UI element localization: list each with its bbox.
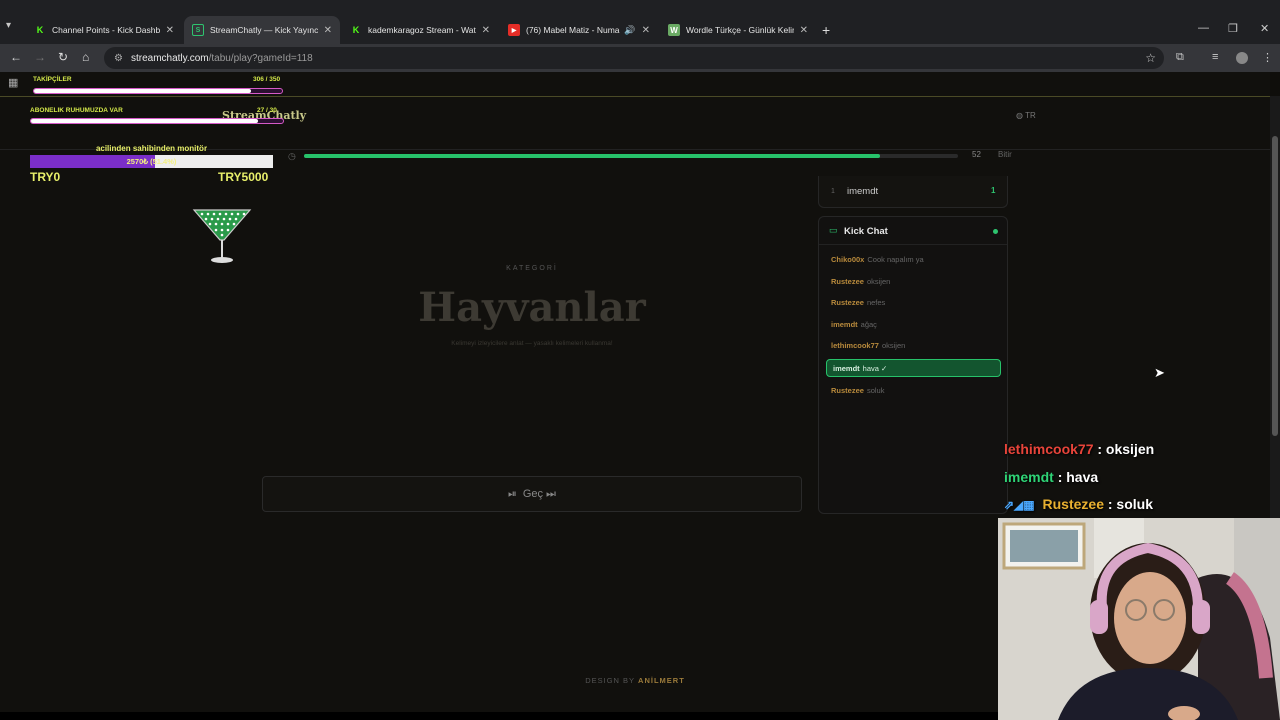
reload-icon[interactable]: ↻ [58, 50, 68, 64]
cocktail-glass-icon [192, 209, 252, 263]
progress-fill [304, 154, 880, 158]
chat-message: Rustezee oksijen [831, 277, 891, 286]
overlay-sub-bar [30, 118, 284, 124]
overlay-followers-label: TAKİPÇİLER [33, 76, 72, 83]
tab-kademkaragoz[interactable]: K kademkaragoz Stream - Watch ✕ [342, 16, 498, 44]
close-icon[interactable]: ✕ [324, 25, 332, 36]
new-tab-icon[interactable]: + [822, 22, 830, 38]
progress-track [304, 154, 958, 158]
category-label: KATEGORİ [506, 265, 558, 272]
overlay-goal-min: TRY0 [30, 170, 61, 184]
close-icon[interactable]: ✕ [166, 25, 174, 36]
bookmark-star-icon[interactable]: ☆ [1145, 51, 1156, 65]
restore-icon[interactable]: ❐ [1228, 22, 1238, 35]
apps-grid-icon[interactable]: ▦ [8, 76, 18, 89]
kick-icon: K [36, 25, 44, 35]
webcam-feed [998, 518, 1280, 720]
extensions-icon[interactable]: ⧉ [1176, 51, 1184, 64]
overlay-followers-count: 306 / 350 [253, 76, 281, 83]
stream-chat-line: imemdt : hava [1004, 469, 1099, 485]
chat-message: Rustezee soluk [831, 386, 885, 395]
media-control-icon[interactable]: ≡ [1212, 51, 1218, 63]
chat-bubble-icon: ▭ [829, 225, 838, 235]
round-progress: ◷ 52 Bitir [260, 149, 1020, 165]
overlay-followers-bar [33, 88, 283, 94]
close-icon[interactable]: ✕ [800, 25, 808, 36]
overlay-goal-bar: 2570₺ (51.4%) [30, 155, 273, 168]
kick-chat-panel: ▭ Kick Chat Chiko00x Cook napalım ya Rust… [818, 216, 1008, 514]
chat-message: lethimcook77 oksijen [831, 341, 906, 350]
overlay-goal-text: 2570₺ (51.4%) [126, 157, 177, 166]
chat-badges-icon: ⇗◢▦ [1004, 498, 1035, 512]
stream-chat-line: ⇗◢▦ Rustezee : soluk [1004, 496, 1153, 512]
game-hint: Kelimeyi izleyicilere anlat — yasaklı ke… [451, 340, 613, 347]
overlay-sub-label: ABONELIK RUHUMUZDA VAR [30, 107, 123, 114]
sub-bar-fill [31, 119, 258, 123]
language-switcher[interactable]: ◍ TR [1016, 111, 1036, 120]
browser-menu-icon[interactable]: ⋮ [1262, 51, 1273, 64]
youtube-icon: ▶ [508, 24, 520, 36]
tab-mabel-matiz[interactable]: ▶ (76) Mabel Matiz - Numara 🔊 ✕ [500, 16, 658, 44]
site-info-icon[interactable]: ⚙ [114, 53, 123, 64]
stream-chat-line: lethimcook77 : oksijen [1004, 441, 1155, 457]
tab-wordle[interactable]: W Wordle Türkçe - Günlük Kelime ✕ [660, 16, 816, 44]
live-status-dot [993, 229, 998, 234]
chat-message: Chiko00x Cook napalım ya [831, 255, 924, 264]
browser-tab-bar: ▾ K Channel Points - Kick Dashboard ✕ S … [0, 0, 1280, 44]
skip-button[interactable]: ⏯ Geç ⏭ [262, 476, 802, 512]
followers-bar-fill [34, 89, 251, 93]
streamchatly-icon: S [192, 24, 204, 36]
forward-icon[interactable]: → [34, 50, 46, 64]
chat-header: ▭ Kick Chat [819, 217, 1007, 245]
close-icon[interactable]: ✕ [482, 25, 490, 36]
minimize-icon[interactable]: — [1198, 22, 1209, 34]
scrollbar-thumb[interactable] [1272, 136, 1278, 436]
tab-streamchatly[interactable]: S StreamChatly — Kick Yayıncıları ✕ [184, 16, 340, 44]
globe-icon: ◍ [1016, 111, 1026, 120]
overlay-sub-count: 27 / 30 [257, 107, 277, 114]
leaderboard-row: 1 imemdt 1 [818, 176, 1008, 208]
chat-message-correct: imemdt hava ✓ [826, 359, 1001, 377]
streamer-webcam-image [998, 518, 1280, 720]
chat-message: imemdt ağaç [831, 320, 877, 329]
progress-value: 52 [972, 150, 981, 159]
wordle-icon: W [668, 24, 680, 36]
skip-icon: ⏯ [508, 487, 517, 500]
timer-icon: ◷ [288, 151, 296, 161]
profile-avatar[interactable] [1236, 52, 1248, 64]
tab-channel-points[interactable]: K Channel Points - Kick Dashboard ✕ [26, 16, 182, 44]
category-title: Hayvanlar [418, 284, 646, 331]
window-close-icon[interactable]: ✕ [1260, 22, 1269, 35]
close-icon[interactable]: ✕ [642, 25, 650, 36]
browser-toolbar: ← → ↻ ⌂ ⚙ streamchatly.com /tabu/play?ga… [0, 44, 1280, 72]
back-icon[interactable]: ← [10, 50, 22, 64]
finish-button[interactable]: Bitir [998, 150, 1012, 159]
kick-icon: K [352, 25, 360, 35]
tab-search-icon[interactable]: ▾ [6, 20, 11, 31]
overlay-goal-title: acilinden sahibinden monitör [95, 144, 208, 153]
home-icon[interactable]: ⌂ [82, 50, 89, 64]
mouse-cursor-icon: ➤ [1154, 365, 1165, 380]
overlay-goal-max: TRY5000 [218, 170, 269, 184]
address-bar[interactable]: ⚙ streamchatly.com /tabu/play?gameId=118… [104, 47, 1164, 69]
speaker-icon[interactable]: 🔊 [624, 25, 635, 36]
chat-message: Rustezee nefes [831, 298, 886, 307]
